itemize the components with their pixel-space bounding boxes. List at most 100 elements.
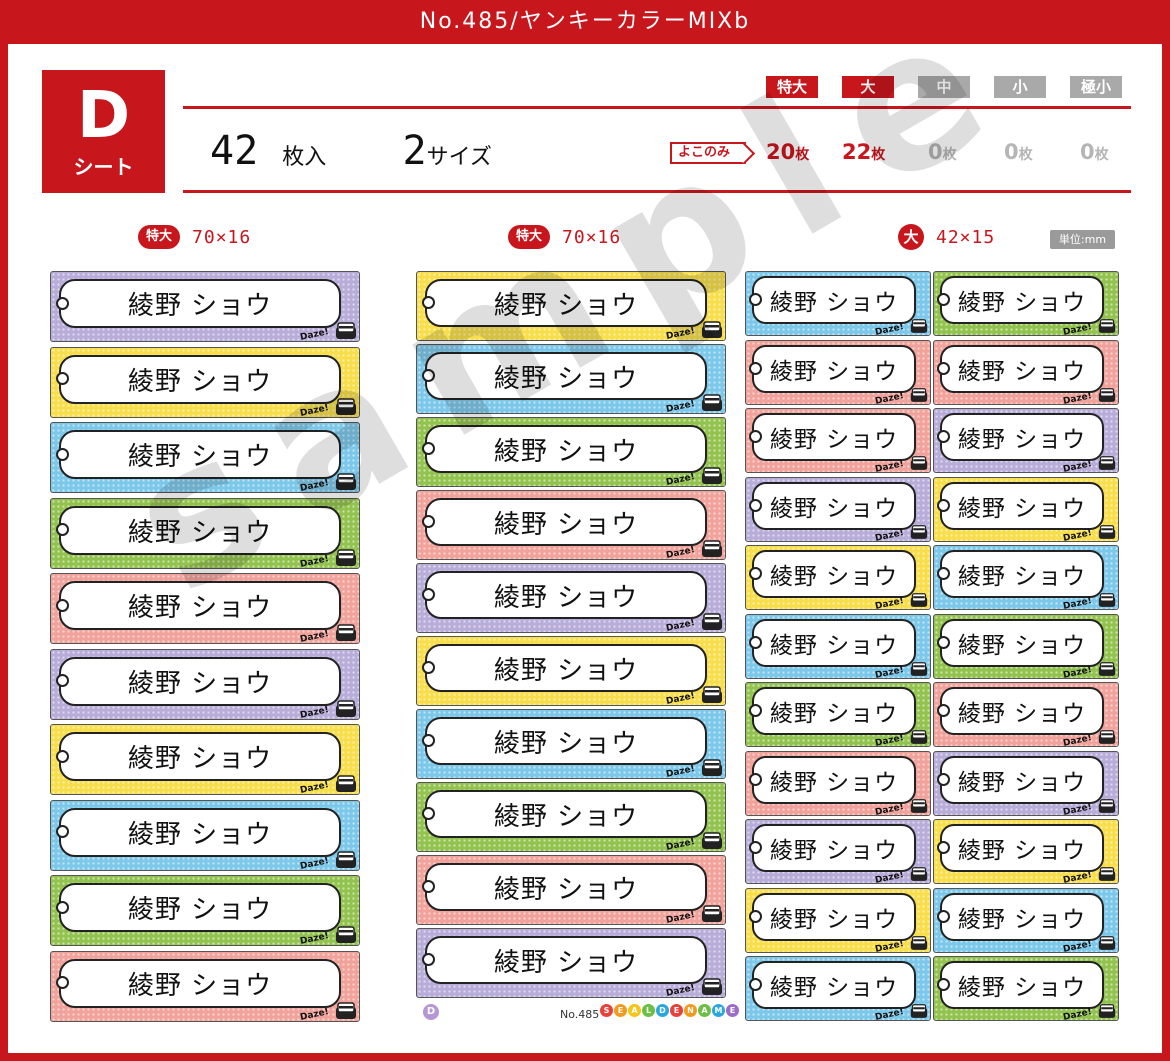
size-pill: 特大	[508, 225, 551, 249]
label-name: 綾野 ショウ	[957, 358, 1087, 385]
speech-bubble: 綾野 ショウ	[937, 344, 1104, 393]
character-icon	[910, 524, 928, 539]
label-name: 綾野 ショウ	[127, 819, 273, 850]
daze-text: Daze!	[299, 855, 330, 871]
speech-bubble: 綾野 ショウ	[749, 961, 916, 1009]
name-label: 綾野 ショウ Daze!	[745, 476, 931, 542]
label-name: 綾野 ショウ	[957, 427, 1087, 453]
speech-bubble: 綾野 ショウ	[937, 618, 1104, 667]
sheet-count: 42 枚入 2サイズ	[210, 128, 492, 174]
speech-bubble: 綾野 ショウ	[937, 892, 1104, 941]
daze-text: Daze!	[299, 931, 330, 946]
label-name: 綾野 ショウ	[769, 701, 899, 727]
label-name: 綾野 ショウ	[127, 366, 273, 397]
character-icon	[702, 467, 722, 484]
daze-text: Daze!	[665, 983, 696, 998]
character-icon	[910, 319, 928, 333]
name-label: 綾野 ショウ Daze!	[50, 346, 360, 418]
name-label: 綾野 ショウ Daze!	[933, 750, 1119, 816]
sheet-count-value: 22枚	[842, 140, 886, 164]
character-icon	[336, 473, 356, 490]
column-1-header: 特大 70×16	[138, 224, 251, 250]
name-label: 綾野 ショウ Daze!	[745, 887, 931, 953]
character-icon	[702, 759, 722, 776]
label-name: 綾野 ショウ	[493, 947, 639, 978]
character-icon	[1098, 867, 1116, 881]
name-label: 綾野 ショウ Daze!	[50, 422, 360, 493]
character-icon	[1098, 1004, 1116, 1018]
character-icon	[910, 387, 928, 402]
speech-bubble: 綾野 ショウ	[937, 755, 1104, 804]
size-pill: 特大	[138, 225, 181, 249]
character-icon	[702, 978, 722, 995]
label-name: 綾野 ショウ	[127, 668, 273, 699]
speech-bubble: 綾野 ショウ	[749, 550, 916, 598]
name-label: 綾野 ショウ Daze!	[416, 490, 726, 560]
daze-text: Daze!	[874, 870, 905, 884]
daze-text: Daze!	[1062, 322, 1093, 336]
label-name: 綾野 ショウ	[493, 582, 639, 613]
daze-text: Daze!	[1062, 527, 1093, 542]
sheet-count-value: 0枚	[1004, 140, 1033, 164]
logo-letter: M	[712, 1004, 725, 1017]
daze-text: Daze!	[299, 553, 330, 569]
character-icon	[910, 935, 928, 950]
daze-text: Daze!	[1062, 459, 1093, 473]
speech-bubble: 綾野 ショウ	[422, 498, 707, 546]
speech-bubble: 綾野 ショウ	[422, 425, 707, 473]
speech-bubble: 綾野 ショウ	[56, 505, 341, 555]
label-name: 綾野 ショウ	[957, 838, 1087, 864]
speech-bubble: 綾野 ショウ	[749, 892, 916, 941]
daze-text: Daze!	[299, 1006, 330, 1022]
logo-letter: S	[600, 1004, 613, 1017]
character-icon	[702, 540, 722, 557]
label-name: 綾野 ショウ	[493, 801, 639, 832]
speech-bubble: 綾野 ショウ	[937, 961, 1104, 1009]
sheet-count-value: 0枚	[928, 140, 957, 164]
daze-text: Daze!	[874, 527, 905, 542]
speech-bubble: 綾野 ショウ	[422, 790, 707, 838]
name-label: 綾野 ショウ Daze!	[50, 724, 360, 795]
daze-text: Daze!	[1062, 938, 1093, 953]
name-label: 綾野 ショウ Daze!	[933, 271, 1119, 336]
name-label: 綾野 ショウ Daze!	[933, 956, 1119, 1021]
character-icon	[336, 699, 356, 717]
label-name: 綾野 ショウ	[769, 290, 899, 316]
character-icon	[336, 926, 356, 943]
label-name: 綾野 ショウ	[769, 975, 899, 1001]
label-name: 綾野 ショウ	[957, 632, 1087, 659]
character-icon	[702, 832, 722, 849]
logo-letter: D	[656, 1004, 669, 1017]
daze-text: Daze!	[299, 704, 330, 720]
daze-text: Daze!	[1062, 596, 1093, 610]
character-icon	[336, 322, 356, 339]
character-icon	[702, 686, 722, 703]
label-name: 綾野 ショウ	[493, 874, 639, 905]
size-tag: 特大	[766, 76, 818, 98]
character-icon	[702, 613, 722, 630]
name-label: 綾野 ショウ Daze!	[50, 875, 360, 946]
daze-text: Daze!	[874, 938, 905, 953]
label-name: 綾野 ショウ	[493, 363, 639, 394]
character-icon	[910, 1004, 928, 1018]
label-name: 綾野 ショウ	[493, 509, 639, 540]
name-label: 綾野 ショウ Daze!	[745, 339, 931, 405]
dimensions: 42×15	[936, 226, 996, 248]
character-icon	[1098, 661, 1116, 676]
character-icon	[910, 798, 928, 813]
size-pill: 大	[898, 224, 924, 250]
name-label: 綾野 ショウ Daze!	[745, 545, 931, 610]
label-name: 綾野 ショウ	[127, 744, 273, 774]
label-name: 綾野 ショウ	[493, 436, 639, 467]
name-label: 綾野 ショウ Daze!	[933, 887, 1119, 953]
character-icon	[1098, 935, 1116, 950]
daze-text: Daze!	[665, 326, 696, 341]
name-label: 綾野 ショウ Daze!	[50, 950, 360, 1022]
character-icon	[336, 624, 356, 641]
daze-text: Daze!	[1062, 801, 1093, 816]
speech-bubble: 綾野 ショウ	[937, 824, 1104, 872]
speech-bubble: 綾野 ショウ	[749, 755, 916, 804]
speech-bubble: 綾野 ショウ	[937, 687, 1104, 735]
divider-top	[183, 106, 1131, 109]
character-icon	[1098, 730, 1116, 744]
